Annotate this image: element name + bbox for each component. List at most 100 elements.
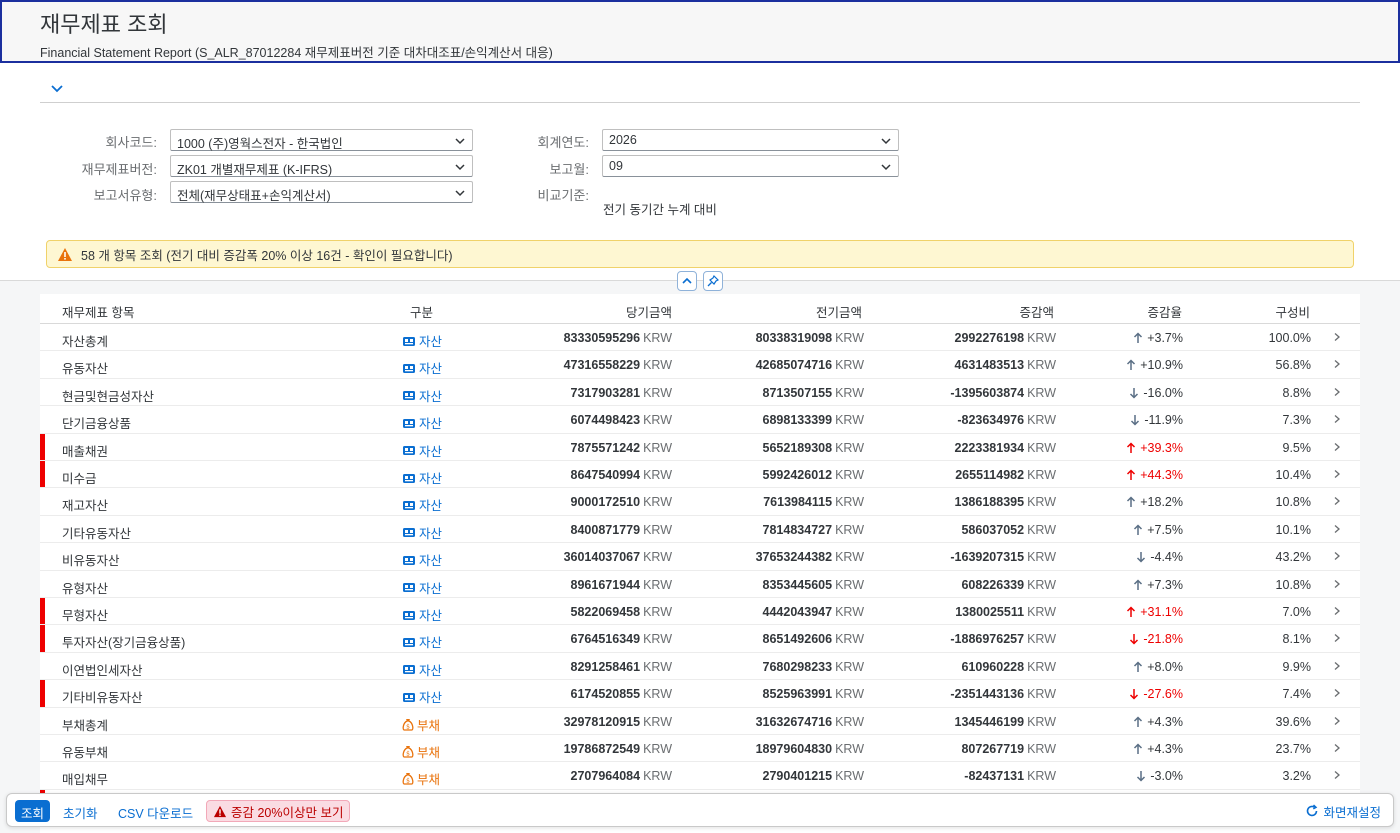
share-value: 8.1% [1282,632,1312,647]
chevron-right-icon[interactable] [1332,770,1342,780]
current-amount: 8400871779 KRW [520,523,672,537]
table-row[interactable]: 단기금융상품 자산 6074498423 KRW 6898133399 KRW -82363… [40,406,1360,434]
building-icon [403,391,415,401]
svg-text:$: $ [406,723,410,730]
collapse-header-button[interactable] [677,271,697,291]
chevron-right-icon[interactable] [1332,387,1342,397]
current-amount: 8647540994 KRW [520,468,672,482]
chevron-right-icon[interactable] [1332,606,1342,616]
category-label: 부채 [417,773,441,788]
year-select[interactable]: 2026 [602,129,899,151]
table-row[interactable]: 매출채권 자산 7875571242 KRW 5652189308 KRW 22233819… [40,433,1360,461]
chevron-right-icon[interactable] [1332,469,1342,479]
table-row[interactable]: 투자자산(장기금융상품) 자산 6764516349 KRW 8651492606 KRW… [40,625,1360,653]
currency-label: KRW [835,550,864,565]
company-select[interactable]: 1000 (주)영웍스전자 - 한국법인 [170,129,473,151]
change-rate: +4.3% [1090,742,1183,756]
alert-flag [40,598,45,625]
prior-amount-value: 2790401215 [762,769,833,784]
current-amount-value: 8291258461 [570,659,641,674]
arrow-up-icon [1134,716,1143,727]
company-label: 회사코드: [105,135,157,150]
share-value: 7.3% [1282,413,1312,428]
chevron-down-icon[interactable] [48,79,66,97]
change-rate: -16.0% [1090,386,1183,400]
item-name: 매입채무 [62,773,109,788]
chevron-right-icon[interactable] [1332,661,1342,671]
chevron-right-icon[interactable] [1332,716,1342,726]
refresh-icon [1307,804,1318,817]
table-row[interactable]: 미수금 자산 8647540994 KRW 5992426012 KRW 265511498… [40,461,1360,489]
prior-amount-value: 4442043947 [762,605,833,619]
chevron-right-icon[interactable] [1332,579,1342,589]
share-value: 8.8% [1282,385,1312,400]
prior-amount-value: 5652189308 [762,440,833,455]
chevron-right-icon[interactable] [1332,633,1342,643]
prior-amount-value: 8353445605 [762,577,833,592]
building-icon [403,336,415,346]
change-rate-value: +4.3% [1147,742,1183,756]
change-rate: -4.4% [1090,550,1183,564]
prior-amount: 8651492606 KRW [712,632,864,646]
share-value: 7.4% [1282,687,1312,702]
chevron-right-icon[interactable] [1332,414,1342,424]
arrow-up-icon [1134,743,1143,754]
table-row[interactable]: 유동부채 $ 부채 19786872549 KRW 18979604830 KRW 80726… [40,735,1360,763]
table-row[interactable]: 매입채무 $ 부채 2707964084 KRW 2790401215 KRW -824371… [40,762,1360,790]
table-row[interactable]: 자산총계 자산 83330595296 KRW 80338319098 KRW 299227… [40,324,1360,352]
layout-reset-button[interactable]: 화면재설정 [1299,800,1387,822]
change-rate-value: +7.5% [1147,522,1183,537]
table-row[interactable]: 유동자산 자산 47316558229 KRW 42685074716 KRW 463148… [40,351,1360,379]
chevron-right-icon[interactable] [1332,743,1342,753]
chevron-down-icon [455,190,465,197]
prior-amount: 8525963991 KRW [712,687,864,701]
table-row[interactable]: 무형자산 자산 5822069458 KRW 4442043947 KRW 13800255… [40,598,1360,626]
chevron-right-icon[interactable] [1332,688,1342,698]
filter-divider [40,102,1360,103]
csv-download-button[interactable]: CSV 다운로드 [112,800,199,822]
reset-button[interactable]: 초기화 [57,800,104,822]
year-label: 회계연도: [537,135,589,150]
page-header: 재무제표 조회 Financial Statement Report (S_AL… [0,0,1400,63]
pin-header-button[interactable] [703,271,723,291]
table-row[interactable]: 기타유동자산 자산 8400871779 KRW 7814834727 KRW 586037… [40,516,1360,544]
table-row[interactable]: 유형자산 자산 8961671944 KRW 8353445605 KRW 60822633… [40,571,1360,598]
alert-flag [40,461,45,488]
category-badge: 자산 [402,495,442,514]
share-value: 7.0% [1282,605,1312,619]
table-row[interactable]: 부채총계 $ 부채 32978120915 KRW 31632674716 KRW 13454… [40,708,1360,735]
chevron-down-icon [455,164,465,171]
diff-amount: 2655114982 KRW [902,468,1056,482]
table-row[interactable]: 현금및현금성자산 자산 7317903281 KRW 8713507155 KRW -139… [40,379,1360,407]
prior-amount-value: 8525963991 [762,687,833,702]
category-label: 자산 [419,389,443,404]
table-row[interactable]: 재고자산 자산 9000172510 KRW 7613984115 KRW 13861883… [40,488,1360,516]
table-row[interactable]: 기타비유동자산 자산 6174520855 KRW 8525963991 KRW -2351… [40,680,1360,708]
item-name: 비유동자산 [62,554,120,569]
category-label: 자산 [419,636,443,651]
chevron-right-icon[interactable] [1332,359,1342,369]
current-amount: 2707964084 KRW [520,769,672,783]
currency-label: KRW [835,358,864,373]
search-button[interactable]: 조회 [15,800,51,822]
prior-amount: 42685074716 KRW [712,358,864,372]
currency-label: KRW [1027,577,1056,592]
currency-label: KRW [1027,714,1056,729]
filter-20pct-toggle[interactable]: 증감 20%이상만 보기 [206,800,351,822]
chevron-right-icon[interactable] [1332,332,1342,342]
month-select[interactable]: 09 [602,155,899,177]
chevron-right-icon[interactable] [1332,442,1342,452]
table-row[interactable]: 비유동자산 자산 36014037067 KRW 37653244382 KRW -1639… [40,543,1360,571]
share-value: 56.8% [1275,358,1311,373]
report-type-select[interactable]: 전체(재무상태표+손익계산서) [170,181,473,203]
diff-amount-value: 1380025511 [955,605,1025,619]
chevron-right-icon[interactable] [1332,496,1342,506]
prior-amount: 5652189308 KRW [712,441,864,455]
category-label: 자산 [419,526,443,541]
prior-amount: 5992426012 KRW [712,468,864,482]
version-select[interactable]: ZK01 개별재무제표 (K-IFRS) [170,155,473,177]
arrow-down-icon [1137,771,1146,782]
chevron-right-icon[interactable] [1332,551,1342,561]
chevron-right-icon[interactable] [1332,524,1342,534]
table-row[interactable]: 이연법인세자산 자산 8291258461 KRW 7680298233 KRW 61096… [40,653,1360,681]
